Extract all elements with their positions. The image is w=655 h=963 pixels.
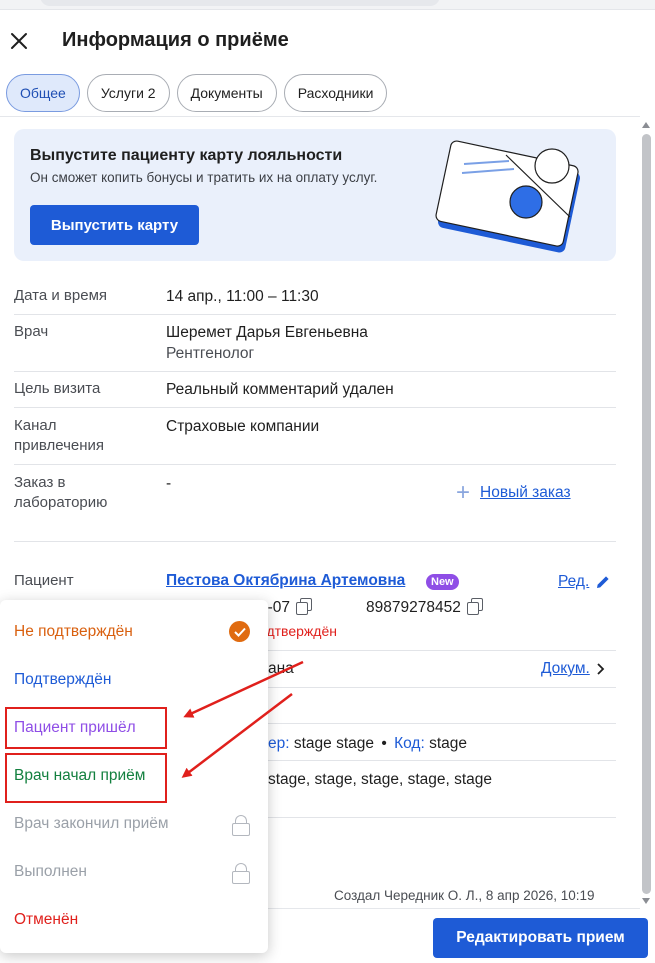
plus-icon: + bbox=[456, 479, 471, 506]
lock-icon bbox=[232, 863, 250, 884]
status-option-completed[interactable]: Выполнен bbox=[0, 849, 268, 895]
tab-services[interactable]: Услуги 2 bbox=[86, 74, 170, 112]
status-option-label: Выполнен bbox=[14, 863, 87, 880]
datetime-label: Дата и время bbox=[14, 287, 108, 304]
tab-bar: Общее Услуги 2 Документы Расходники bbox=[6, 74, 388, 112]
row-channel: Канал привлечения Страховые компании bbox=[14, 416, 616, 458]
channel-value: Страховые компании bbox=[166, 418, 320, 435]
scrollbar-thumb[interactable] bbox=[642, 134, 651, 894]
pencil-icon bbox=[597, 576, 609, 588]
patient-name-link[interactable]: Пестова Октябрина Артемовна bbox=[166, 572, 405, 590]
divider bbox=[14, 407, 616, 408]
lock-icon bbox=[232, 815, 250, 836]
edit-label[interactable]: Ред. bbox=[558, 573, 589, 591]
close-icon bbox=[11, 33, 27, 49]
row-doctor: Врач Шеремет Дарья Евгеньевна Рентгеноло… bbox=[14, 322, 616, 364]
divider bbox=[268, 817, 616, 818]
documents-label[interactable]: Докум. bbox=[541, 660, 590, 678]
row-datetime: Дата и время 14 апр., 11:00 – 11:30 bbox=[14, 286, 616, 306]
banner-title: Выпустите пациенту карту лояльности bbox=[30, 147, 343, 164]
phone-field: 89879278452 bbox=[366, 598, 483, 617]
doctor-label: Врач bbox=[14, 323, 49, 340]
policy-value: stage stage bbox=[293, 735, 375, 752]
status-option-confirmed[interactable]: Подтверждён bbox=[0, 657, 268, 703]
chevron-right-icon bbox=[597, 663, 605, 675]
status-option-label: Не подтверждён bbox=[14, 623, 133, 640]
banner-subtitle: Он сможет копить бонусы и тратить их на … bbox=[30, 170, 378, 185]
document-fragment: ана bbox=[268, 660, 294, 677]
channel-label: Канал привлечения bbox=[14, 416, 154, 456]
doctor-role: Рентгенолог bbox=[166, 345, 255, 362]
tab-documents[interactable]: Документы bbox=[176, 74, 277, 112]
browser-top-strip bbox=[0, 0, 655, 10]
datetime-value: 14 апр., 11:00 – 11:30 bbox=[166, 288, 319, 305]
new-badge: New bbox=[426, 574, 459, 590]
issue-card-button[interactable]: Выпустить карту bbox=[30, 205, 199, 245]
lab-label: Заказ в лабораторию bbox=[14, 473, 154, 513]
tab-general[interactable]: Общее bbox=[6, 74, 80, 112]
status-option-cancelled[interactable]: Отменён bbox=[0, 897, 268, 943]
policy-label: ер: bbox=[268, 735, 290, 752]
copy-icon[interactable] bbox=[466, 598, 483, 615]
divider bbox=[14, 541, 616, 542]
status-option-doctor-finished[interactable]: Врач закончил приём bbox=[0, 801, 268, 847]
bullet-separator: • bbox=[381, 735, 387, 752]
page-title: Информация о приёме bbox=[62, 29, 289, 51]
status-option-label: Отменён bbox=[14, 911, 79, 928]
code-value: stage bbox=[429, 735, 467, 752]
scroll-down-icon[interactable] bbox=[642, 898, 650, 904]
tab-consumables[interactable]: Расходники bbox=[283, 74, 388, 112]
status-option-label: Врач закончил приём bbox=[14, 815, 169, 832]
header-divider bbox=[0, 116, 640, 117]
divider bbox=[268, 723, 616, 724]
lab-label-line1: Заказ в bbox=[14, 474, 66, 491]
edit-appointment-button[interactable]: Редактировать прием bbox=[433, 918, 648, 958]
scrollbar[interactable] bbox=[638, 118, 655, 908]
row-purpose: Цель визита Реальный комментарий удален bbox=[14, 379, 616, 399]
documents-link[interactable]: Докум. bbox=[541, 660, 606, 678]
channel-label-line2: привлечения bbox=[14, 437, 105, 454]
channel-label-line1: Канал bbox=[14, 417, 57, 434]
top-tab-shape bbox=[40, 0, 440, 6]
copy-icon[interactable] bbox=[296, 598, 313, 615]
new-order-link[interactable]: + Новый заказ bbox=[456, 479, 571, 506]
patient-label: Пациент bbox=[14, 572, 74, 589]
highlight-box-arrived bbox=[5, 707, 167, 749]
created-by-note: Создал Чередник О. Л., 8 апр 2026, 10:19 bbox=[334, 888, 595, 903]
divider bbox=[268, 760, 616, 761]
code-label: Код: bbox=[394, 735, 425, 752]
divider bbox=[14, 371, 616, 372]
scroll-up-icon[interactable] bbox=[642, 122, 650, 128]
tags-row: stage, stage, stage, stage, stage bbox=[268, 771, 493, 788]
divider bbox=[268, 687, 616, 688]
status-option-label: Подтверждён bbox=[14, 671, 112, 688]
edit-patient-link[interactable]: Ред. bbox=[558, 573, 611, 591]
divider bbox=[14, 464, 616, 465]
loyalty-card-illustration bbox=[435, 140, 580, 253]
lab-value: - bbox=[166, 475, 172, 492]
status-option-not-confirmed[interactable]: Не подтверждён bbox=[0, 609, 268, 655]
highlight-box-started bbox=[5, 753, 167, 803]
close-button[interactable] bbox=[6, 28, 32, 54]
confirmation-status-fragment: одтверждён bbox=[259, 623, 337, 639]
loyalty-card-banner: Выпустите пациенту карту лояльности Он с… bbox=[14, 129, 616, 261]
divider bbox=[14, 314, 616, 315]
divider bbox=[268, 650, 616, 651]
checkmark-icon bbox=[229, 621, 250, 642]
modal-header: Информация о приёме bbox=[0, 22, 655, 62]
lab-label-line2: лабораторию bbox=[14, 494, 108, 511]
phone-text: 89879278452 bbox=[366, 599, 461, 616]
doctor-name: Шеремет Дарья Евгеньевна bbox=[166, 324, 368, 341]
purpose-value: Реальный комментарий удален bbox=[166, 381, 394, 398]
policy-row: ер: stage stage • Код: stage bbox=[268, 735, 467, 753]
purpose-label: Цель визита bbox=[14, 380, 101, 397]
doctor-value: Шеремет Дарья Евгеньевна Рентгенолог bbox=[166, 322, 368, 364]
new-order-label[interactable]: Новый заказ bbox=[480, 484, 571, 502]
